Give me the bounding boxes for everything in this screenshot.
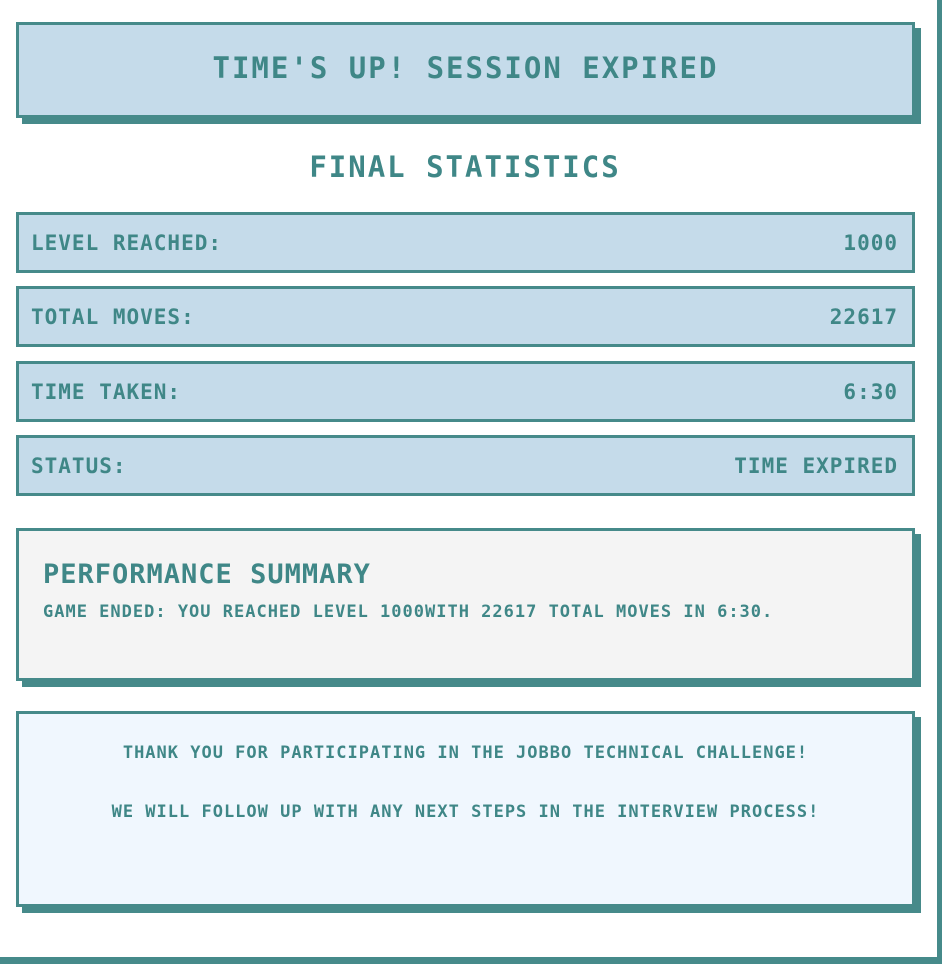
stat-row-time-taken: TIME TAKEN: 6:30: [16, 361, 915, 422]
performance-summary-title: PERFORMANCE SUMMARY: [43, 559, 371, 590]
stat-label: STATUS:: [31, 453, 127, 478]
stat-label: TIME TAKEN:: [31, 379, 182, 404]
stat-row-level-reached: LEVEL REACHED: 1000: [16, 212, 915, 273]
final-statistics-heading: FINAL STATISTICS: [309, 150, 621, 184]
follow-up-message: WE WILL FOLLOW UP WITH ANY NEXT STEPS IN…: [111, 802, 820, 822]
stat-value: TIME EXPIRED: [734, 453, 898, 478]
performance-summary-panel: PERFORMANCE SUMMARY GAME ENDED: YOU REAC…: [16, 528, 915, 681]
banner-title: TIME'S UP! SESSION EXPIRED: [212, 51, 719, 85]
thank-you-message: THANK YOU FOR PARTICIPATING IN THE JOBBO…: [122, 743, 809, 763]
thank-you-panel: THANK YOU FOR PARTICIPATING IN THE JOBBO…: [16, 711, 915, 907]
stat-row-status: STATUS: TIME EXPIRED: [16, 435, 915, 496]
session-expired-banner: TIME'S UP! SESSION EXPIRED: [16, 22, 915, 118]
page-frame-right: [937, 0, 942, 964]
stat-row-total-moves: TOTAL MOVES: 22617: [16, 286, 915, 347]
thank-you-spacer: [49, 767, 882, 799]
performance-summary-text: GAME ENDED: YOU REACHED LEVEL 1000WITH 2…: [43, 602, 774, 622]
stat-value: 1000: [843, 230, 898, 255]
page-frame-bottom: [0, 957, 942, 964]
stat-label: LEVEL REACHED:: [31, 230, 223, 255]
stat-value: 22617: [829, 304, 898, 329]
stat-label: TOTAL MOVES:: [31, 304, 195, 329]
stat-value: 6:30: [843, 379, 898, 404]
